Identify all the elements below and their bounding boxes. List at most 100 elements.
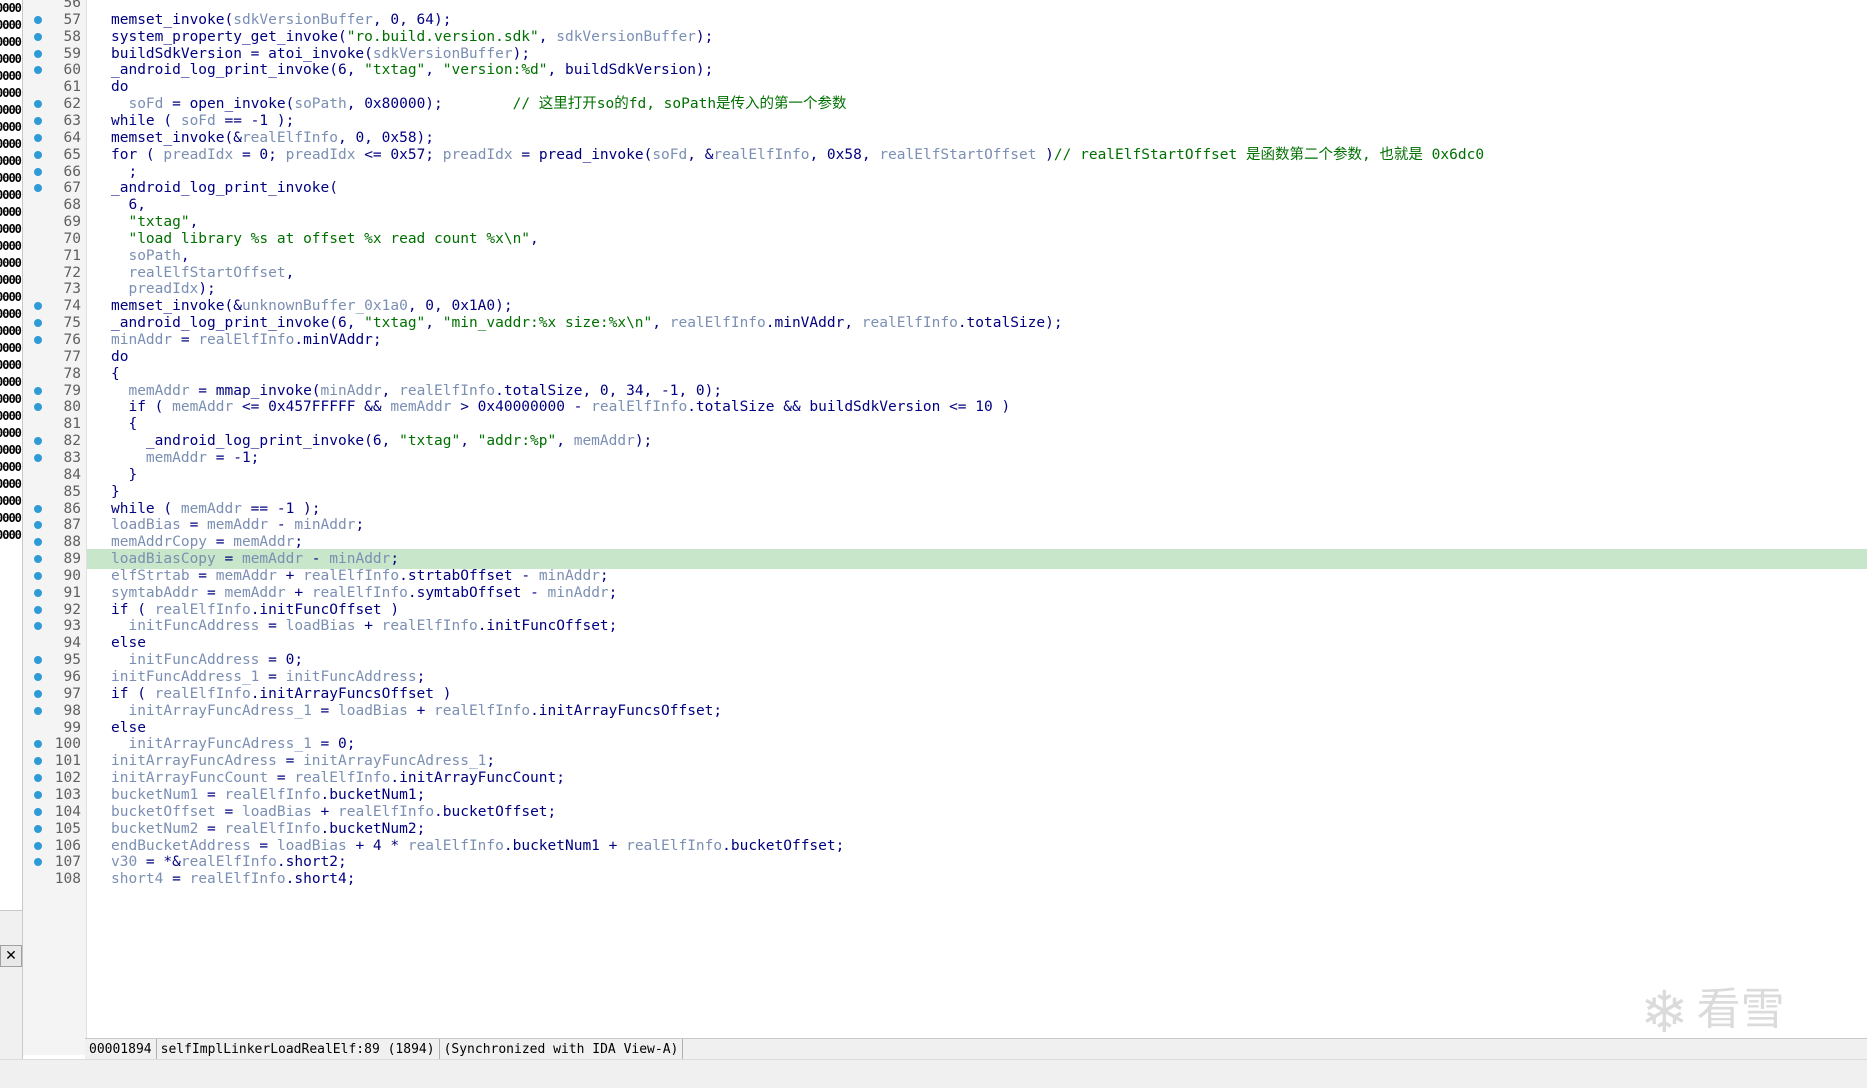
breakpoint-dot-icon[interactable] — [34, 66, 42, 75]
code-token: realElfInfo — [224, 786, 321, 803]
code-token: = — [207, 534, 234, 551]
code-token: , — [556, 433, 574, 450]
breakpoint-dot-icon[interactable] — [34, 706, 42, 715]
status-sync: (Synchronized with IDA View-A) — [440, 1039, 684, 1060]
code-token: = 0; — [311, 736, 356, 753]
code-token: .short2; — [276, 854, 347, 871]
code-token: // realElfStartOffset 是函数第二个参数, 也就是 0x6d… — [1053, 146, 1485, 163]
breakpoint-dot-icon[interactable] — [34, 588, 42, 597]
code-token: .initArrayFuncCount; — [390, 770, 565, 787]
code-token: = — [259, 618, 286, 635]
breakpoint-dot-icon[interactable] — [34, 100, 42, 109]
breakpoint-dot-icon[interactable] — [34, 386, 42, 395]
code-token: "addr:%p" — [477, 433, 557, 450]
code-token: initFuncAddress — [128, 618, 260, 635]
breakpoint-dot-icon[interactable] — [34, 521, 42, 530]
code-token: realElfInfo — [303, 567, 400, 584]
code-token: .strtabOffset - — [399, 567, 539, 584]
breakpoint-dot-icon[interactable] — [34, 605, 42, 614]
breakpoint-dot-icon[interactable] — [34, 167, 42, 176]
breakpoint-dot-icon[interactable] — [34, 15, 42, 24]
breakpoint-dot-icon[interactable] — [34, 858, 42, 867]
hex-strip-row: 0000 — [0, 392, 22, 406]
code-token: "version:%d" — [442, 62, 548, 79]
breakpoint-dot-icon[interactable] — [34, 403, 42, 412]
code-token: realElfInfo — [338, 803, 435, 820]
code-token: ; — [294, 534, 304, 551]
code-token: realElfInfo — [434, 702, 531, 719]
code-token: if ( — [111, 685, 155, 702]
breakpoint-dot-icon[interactable] — [34, 555, 42, 564]
code-token: while ( — [111, 112, 181, 129]
breakpoint-dot-icon[interactable] — [34, 841, 42, 850]
breakpoint-dot-icon[interactable] — [34, 453, 42, 462]
code-token: + — [285, 584, 312, 601]
breakpoint-dot-icon[interactable] — [34, 319, 42, 328]
pseudocode-view[interactable]: 56 57 memset_invoke(sdkVersionBuffer, 0, 6… — [23, 0, 1867, 1055]
hex-strip-row: 0000 — [0, 18, 22, 32]
hex-strip-row: 0000 — [0, 69, 22, 83]
breakpoint-dot-icon[interactable] — [34, 184, 42, 193]
code-token: minAddr — [547, 584, 609, 601]
breakpoint-dot-icon[interactable] — [34, 571, 42, 580]
hex-strip-row: 0000 — [0, 86, 22, 100]
breakpoint-dot-icon[interactable] — [34, 504, 42, 513]
breakpoint-dot-icon[interactable] — [34, 673, 42, 681]
breakpoint-dot-icon[interactable] — [34, 49, 42, 58]
breakpoint-dot-icon[interactable] — [34, 538, 42, 547]
breakpoint-dot-icon[interactable] — [34, 32, 42, 41]
breakpoint-dot-icon[interactable] — [34, 790, 42, 799]
breakpoint-dot-icon[interactable] — [34, 116, 42, 125]
code-token: initArrayFuncAdress_1 — [128, 702, 312, 719]
code-token: , — [460, 433, 478, 450]
code-token: - — [303, 551, 330, 568]
breakpoint-dot-icon[interactable] — [34, 824, 42, 833]
code-token: realElfInfo — [241, 129, 338, 146]
code-token: + — [276, 567, 304, 584]
code-token: realElfInfo — [294, 770, 391, 787]
status-bar: 00001894 selfImplLinkerLoadRealElf:89 (18… — [85, 1038, 1867, 1061]
code-token: .initFuncOffset ) — [250, 601, 400, 618]
code-token: memAddrCopy — [111, 534, 208, 551]
code-token: realElfInfo — [713, 146, 810, 163]
breakpoint-dot-icon[interactable] — [34, 302, 42, 311]
code-token: soFd — [180, 112, 216, 129]
breakpoint-dot-icon[interactable] — [34, 336, 42, 344]
breakpoint-dot-icon[interactable] — [34, 656, 42, 665]
code-token: realElfInfo — [861, 315, 958, 332]
code-token: if ( — [111, 601, 155, 618]
code-token: , 0x80000); — [346, 96, 513, 113]
code-token: ) — [1036, 146, 1054, 163]
code-token: .initFuncOffset; — [477, 618, 618, 635]
breakpoint-dot-icon[interactable] — [34, 133, 42, 142]
code-token: , 0x58, — [809, 146, 880, 163]
code-token: ); — [198, 281, 216, 298]
breakpoint-dot-icon[interactable] — [34, 689, 42, 698]
code-token: initArrayFuncCount — [111, 770, 269, 787]
code-token: { — [111, 365, 120, 382]
code-line[interactable]: 108 short4 = realElfInfo.short4; — [23, 869, 1867, 889]
code-token: realElfInfo — [407, 837, 504, 854]
breakpoint-dot-icon[interactable] — [34, 740, 42, 749]
breakpoint-dot-icon[interactable] — [34, 437, 42, 446]
code-token: initArrayFuncAdress_1 — [303, 753, 487, 770]
breakpoint-dot-icon[interactable] — [34, 150, 42, 159]
breakpoint-dot-icon[interactable] — [34, 757, 42, 766]
breakpoint-dot-icon[interactable] — [34, 774, 42, 783]
breakpoint-dot-icon[interactable] — [34, 807, 42, 816]
hex-strip-row: 0000 — [0, 358, 22, 372]
code-token: preadIdx — [163, 146, 234, 163]
code-token: , — [652, 315, 670, 332]
code-token: minAddr — [111, 332, 173, 348]
breakpoint-dot-icon[interactable] — [34, 622, 42, 631]
code-token: > 0x40000000 - — [451, 399, 592, 416]
code-token: do — [111, 79, 129, 96]
code-token: .initArrayFuncsOffset ) — [250, 685, 452, 702]
code-token: .totalSize && buildSdkVersion <= 10 ) — [687, 399, 1011, 416]
code-token: memAddr — [233, 534, 295, 551]
close-icon[interactable]: ✕ — [0, 945, 22, 967]
